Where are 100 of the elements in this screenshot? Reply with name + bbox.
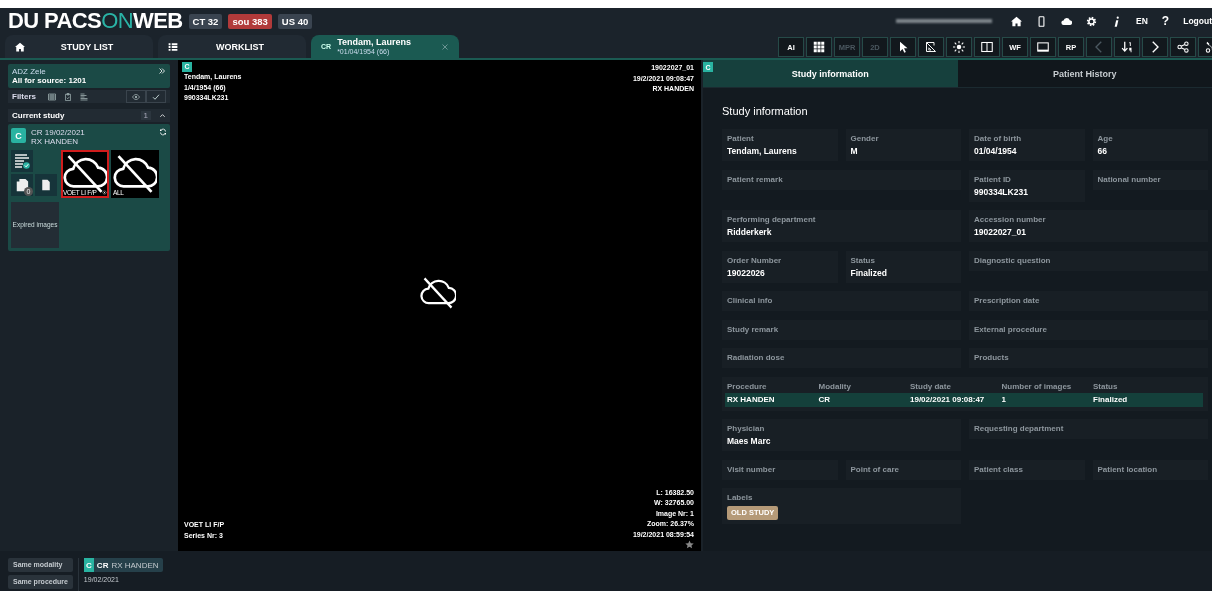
- field-label: Diagnostic question: [974, 254, 1052, 267]
- tab[interactable]: Patient History: [957, 60, 1212, 87]
- double-chevron-icon: [158, 67, 166, 75]
- document-icon: [40, 179, 52, 191]
- field-value: 19022027_01: [974, 226, 1027, 238]
- field-label: Labels: [727, 492, 754, 504]
- study-count: 1: [140, 111, 151, 120]
- field-label: Accession number: [974, 214, 1047, 226]
- study-date: CR 19/02/2021: [31, 128, 86, 137]
- field-value: Tendam, Laurens: [727, 145, 798, 157]
- source-panel[interactable]: ADZ Zele All for source: 1201: [8, 64, 170, 88]
- list-icon[interactable]: [80, 92, 88, 101]
- field-value: 990334LK231: [974, 185, 1029, 198]
- study-name: RX HANDEN: [31, 137, 80, 146]
- field-label: National number: [1097, 173, 1162, 186]
- info-tile[interactable]: [35, 174, 57, 196]
- field-value: Ridderkerk: [727, 226, 773, 238]
- field-label: Gender: [850, 133, 880, 145]
- field-value: Finalized: [850, 266, 888, 279]
- documents-icon: [15, 178, 29, 192]
- refresh-icon: [159, 128, 167, 136]
- field-label: Status: [850, 254, 876, 267]
- modality-label: CR: [96, 560, 109, 570]
- check-icon: [152, 92, 160, 101]
- table-cell[interactable]: 1: [999, 392, 1091, 407]
- table-cell[interactable]: Finalized: [1091, 392, 1203, 407]
- table-cell[interactable]: CR: [816, 392, 908, 407]
- split-view-button[interactable]: [974, 37, 1000, 57]
- study-chip[interactable]: C CR RX HANDEN: [83, 558, 163, 572]
- screen-button[interactable]: [1030, 37, 1056, 57]
- caret-icon[interactable]: [159, 112, 166, 119]
- table-cell[interactable]: RX HANDEN: [725, 392, 817, 407]
- column-header: Procedure: [726, 380, 768, 393]
- eye-icon: [132, 92, 140, 101]
- field-label: Performing department: [727, 214, 817, 226]
- field-label: Physician: [727, 423, 766, 435]
- list-icon: [168, 41, 178, 52]
- field-label: Age: [1097, 133, 1114, 145]
- tab[interactable]: WORKLIST: [158, 35, 306, 58]
- brightness-icon: [953, 41, 965, 53]
- field-label: Patient class: [974, 463, 1024, 476]
- cloud-off-icon: [113, 152, 157, 196]
- ruler-icon: [925, 41, 937, 53]
- field-label: Patient remark: [727, 173, 784, 186]
- sort-icon: [1121, 41, 1133, 53]
- document-check-icon: [14, 153, 30, 169]
- clipboard-icon[interactable]: [64, 92, 72, 101]
- source-name: ADZ Zele: [12, 67, 47, 76]
- cloud-icon[interactable]: [1061, 15, 1073, 27]
- split-view-icon: [981, 41, 993, 53]
- field-value: 66: [1097, 145, 1108, 157]
- check-button[interactable]: [146, 90, 166, 103]
- field-label: Patient location: [1097, 463, 1159, 476]
- field-label: Date of birth: [974, 133, 1023, 145]
- tab[interactable]: STUDY LIST: [5, 35, 153, 58]
- cloud-off-icon: [63, 152, 107, 196]
- source-summary: All for source: 1201: [12, 76, 87, 85]
- field-value: 19022026: [727, 266, 766, 279]
- table-icon[interactable]: [48, 92, 56, 101]
- mobile-phone-icon[interactable]: [1036, 15, 1048, 27]
- home-icon: [15, 41, 25, 52]
- field-label: Point of care: [850, 463, 900, 476]
- brightness-button[interactable]: [946, 37, 972, 57]
- column-header: Modality: [817, 380, 852, 393]
- column-header: Number of images: [1000, 380, 1073, 393]
- study-name: RX HANDEN: [111, 560, 159, 570]
- count-badge[interactable]: US 40: [277, 13, 313, 29]
- field-label: Prescription date: [974, 295, 1041, 307]
- settings-icon[interactable]: [1086, 15, 1098, 27]
- chevron-right-button[interactable]: [1142, 37, 1168, 57]
- pointer-button[interactable]: [890, 37, 916, 57]
- count-badge[interactable]: sou 383: [228, 13, 272, 29]
- study-badge: C: [11, 128, 26, 143]
- sort-button[interactable]: [1114, 37, 1140, 57]
- field-label: External procedure: [974, 323, 1048, 336]
- home-icon[interactable]: [1011, 15, 1023, 27]
- field-value: Maes Marc: [727, 435, 772, 447]
- table-cell[interactable]: 19/02/2021 09:08:47: [908, 392, 1000, 407]
- filters-label: Filters: [12, 92, 36, 101]
- column-header: Study date: [909, 380, 952, 393]
- ruler-button[interactable]: [918, 37, 944, 57]
- field-label: Patient: [727, 133, 755, 145]
- section-heading: Study information: [722, 105, 809, 117]
- eye-icon: [102, 190, 107, 195]
- report-tile[interactable]: [11, 150, 33, 172]
- field-label: Requesting department: [974, 423, 1065, 435]
- count-badge[interactable]: CT 32: [188, 13, 223, 29]
- logout-link[interactable]: Logout: [1183, 16, 1212, 26]
- pointer-icon: [897, 41, 909, 53]
- grid-button[interactable]: [806, 37, 832, 57]
- column-header: Status: [1092, 380, 1119, 393]
- language-link[interactable]: EN: [1136, 16, 1148, 26]
- field-label: Patient ID: [974, 173, 1012, 186]
- grid-icon: [813, 41, 825, 53]
- help-link[interactable]: ?: [1161, 14, 1170, 28]
- field-label: Order Number: [727, 254, 783, 267]
- share-button[interactable]: [1170, 37, 1196, 57]
- star-icon[interactable]: [685, 540, 694, 549]
- field-label: Study remark: [727, 323, 780, 336]
- eye-button[interactable]: [126, 90, 146, 103]
